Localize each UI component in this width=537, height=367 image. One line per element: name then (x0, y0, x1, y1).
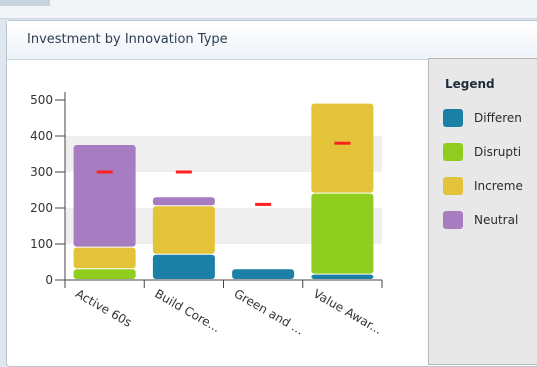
bar-segment (311, 103, 374, 193)
legend-swatch (443, 143, 463, 161)
legend-title: Legend (445, 77, 495, 91)
bar-segment (232, 269, 295, 279)
target-marker (334, 141, 351, 145)
target-marker (255, 202, 272, 206)
legend-label: Disrupti (474, 145, 522, 159)
target-marker (175, 170, 192, 174)
target-marker (96, 170, 113, 174)
y-tick-label: 100 (30, 237, 53, 251)
legend-swatch (443, 211, 463, 229)
legend-swatch (443, 109, 463, 127)
plot-area: 0 100 200 300 400 500 Active 60s Build Core... G… (0, 40, 420, 345)
y-tick-label: 0 (45, 273, 53, 287)
bar-segment (152, 206, 215, 254)
legend-label: Neutral (474, 213, 519, 227)
x-tick-label: Active 60s (73, 286, 134, 329)
tab-edge (0, 0, 50, 6)
x-tick-label: Value Awar... (311, 286, 385, 337)
bar-segment (311, 193, 374, 274)
bar-segment (152, 197, 215, 206)
bar-segment (311, 274, 374, 279)
bar-segment (73, 269, 136, 279)
bar-segment (152, 254, 215, 279)
legend: Legend Differen Disrupti Increme Neutral (428, 58, 537, 365)
bar-segment (73, 247, 136, 269)
top-strip (0, 0, 537, 19)
legend-label: Increme (474, 179, 523, 193)
legend-label: Differen (474, 111, 522, 125)
x-tick-label: Build Core... (152, 286, 222, 335)
bar-segment (73, 145, 136, 247)
y-tick-label: 400 (30, 129, 53, 143)
y-tick-label: 300 (30, 165, 53, 179)
y-tick-label: 500 (30, 93, 53, 107)
legend-swatch (443, 177, 463, 195)
y-tick-label: 200 (30, 201, 53, 215)
chart-svg: 0 100 200 300 400 500 Active 60s Build Core... G… (30, 92, 385, 338)
x-tick-label: Green and ... (232, 286, 307, 337)
